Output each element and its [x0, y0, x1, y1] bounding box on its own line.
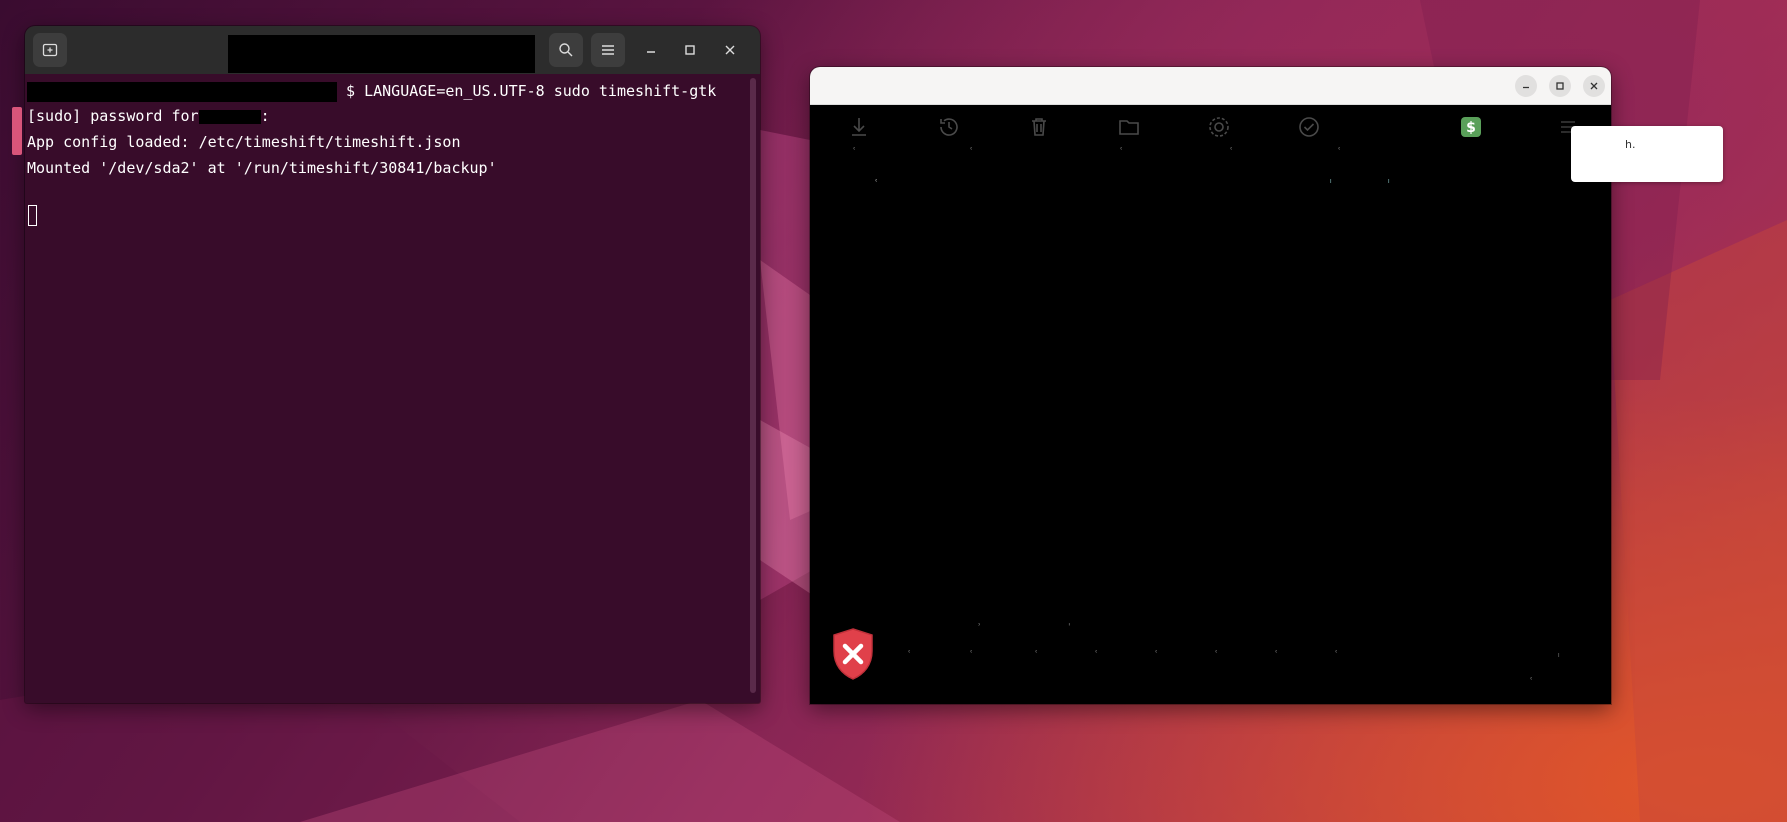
minimize-icon — [647, 51, 655, 53]
render-artifact: ʾ — [978, 623, 981, 633]
terminal-scrollbar[interactable] — [750, 78, 756, 693]
browse-icon — [1119, 120, 1139, 135]
ts-maximize-button[interactable] — [1549, 75, 1571, 97]
command-line: $ LANGUAGE=en_US.UTF-8 sudo timeshift-gt… — [27, 80, 716, 102]
search-icon — [559, 43, 573, 57]
render-artifact: ʿ — [1230, 147, 1233, 157]
sudo-prompt-colon: : — [260, 107, 270, 125]
username-redacted — [198, 109, 261, 124]
new-tab-button[interactable] — [33, 33, 67, 67]
sudo-prompt-text: [sudo] password for — [27, 107, 199, 125]
timeshift-window[interactable]: $ ʿ ʿ ʿ ʿ ʿ ʿ ˡ ˡ ʾ ˈ ʿ ʿ ʿ ʿ ʿ ʿ ʿ ʿ ˡ … — [810, 67, 1611, 704]
create-button[interactable] — [843, 111, 875, 143]
wizard-icon — [1299, 117, 1319, 137]
render-artifact: ʿ — [1338, 147, 1341, 157]
tooltip-popup: h. — [1571, 126, 1723, 182]
terminal-output[interactable]: $ LANGUAGE=en_US.UTF-8 sudo timeshift-gt… — [25, 74, 760, 703]
render-artifact: ˈ — [1068, 623, 1071, 633]
render-artifact: ʿ — [875, 179, 878, 189]
side-indicator — [12, 107, 22, 155]
maximize-button[interactable] — [678, 38, 702, 62]
error-shield-icon — [833, 628, 873, 680]
donate-button[interactable]: $ — [1455, 111, 1487, 143]
search-button[interactable] — [549, 33, 583, 67]
restore-icon — [940, 118, 958, 136]
render-artifact: ˡ — [1558, 653, 1560, 663]
minimize-button[interactable] — [639, 38, 663, 62]
delete-button[interactable] — [1023, 111, 1055, 143]
timeshift-titlebar — [810, 67, 1611, 105]
tooltip-text: h. — [1625, 138, 1636, 151]
create-icon — [852, 118, 866, 136]
render-artifact: ˡ — [1388, 179, 1390, 189]
render-artifact: ʿ — [970, 147, 973, 157]
prompt-symbol: $ — [346, 82, 356, 100]
terminal-headerbar — [25, 26, 760, 74]
close-button[interactable] — [718, 38, 742, 62]
close-icon — [1590, 82, 1598, 90]
delete-icon — [1032, 118, 1046, 136]
settings-button[interactable] — [1203, 111, 1235, 143]
prompt-redacted — [27, 81, 337, 102]
render-artifact: ʿ — [1120, 147, 1123, 157]
donate-icon: $ — [1461, 117, 1481, 137]
render-artifact: ʿ — [1035, 650, 1038, 660]
menu-button[interactable] — [591, 33, 625, 67]
mounted-line: Mounted '/dev/sda2' at '/run/timeshift/3… — [27, 159, 497, 177]
settings-icon — [1209, 117, 1229, 137]
ts-minimize-button[interactable] — [1515, 75, 1537, 97]
browse-button[interactable] — [1113, 111, 1145, 143]
text-cursor — [28, 205, 37, 226]
close-icon — [725, 45, 735, 55]
sudo-prompt-line: [sudo] password for: — [27, 105, 270, 127]
render-artifact: ˡ — [1330, 179, 1332, 189]
config-loaded-line: App config loaded: /etc/timeshift/timesh… — [27, 133, 461, 151]
render-artifact: ʿ — [1215, 650, 1218, 660]
command-text: LANGUAGE=en_US.UTF-8 sudo timeshift-gtk — [364, 82, 717, 100]
wizard-button[interactable] — [1293, 111, 1325, 143]
render-artifact: ʿ — [970, 650, 973, 660]
new-tab-icon — [42, 43, 58, 57]
render-artifact: ʿ — [1335, 650, 1338, 660]
restore-button[interactable] — [933, 111, 965, 143]
maximize-icon — [685, 45, 695, 55]
render-artifact: ʿ — [908, 650, 911, 660]
terminal-window[interactable]: $ LANGUAGE=en_US.UTF-8 sudo timeshift-gt… — [25, 26, 760, 703]
window-title-redacted — [228, 35, 535, 73]
render-artifact: ʿ — [1155, 650, 1158, 660]
render-artifact: ʿ — [1530, 677, 1533, 687]
minimize-icon — [1523, 86, 1529, 89]
hamburger-menu-icon — [602, 45, 614, 55]
render-artifact: ʿ — [1095, 650, 1098, 660]
render-artifact: ʿ — [853, 147, 856, 157]
render-artifact: ʿ — [1275, 650, 1278, 660]
maximize-icon — [1556, 82, 1564, 90]
ts-close-button[interactable] — [1583, 75, 1605, 97]
svg-text:$: $ — [1466, 120, 1476, 136]
